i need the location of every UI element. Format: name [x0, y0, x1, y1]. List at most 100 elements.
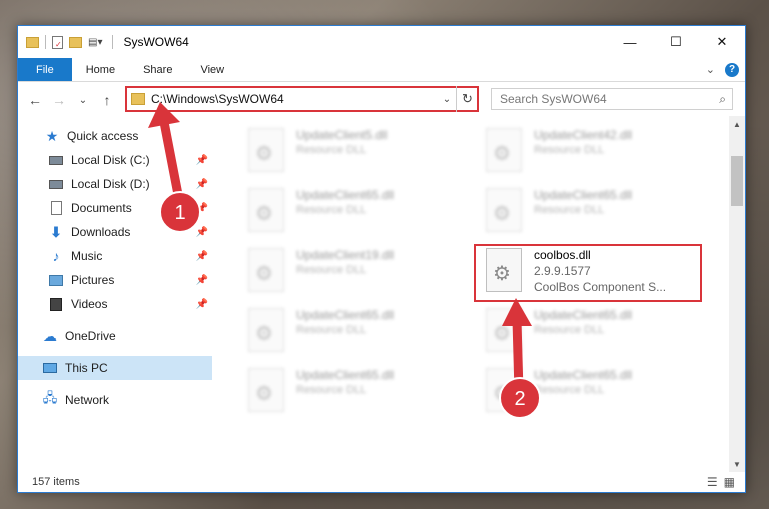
file-explorer-window: ✓ ▤▾ SysWOW64 — ☐ ✕ File Home Share View…	[17, 25, 746, 493]
expand-ribbon-icon[interactable]: ⌄	[706, 63, 715, 76]
navigation-pane: ★ Quick access Local Disk (C:) 📌 Local D…	[18, 122, 212, 472]
title-divider	[112, 35, 114, 49]
sidebar-item-label: Downloads	[71, 225, 131, 239]
large-icons-view-icon[interactable]: ▦	[724, 475, 735, 489]
file-item[interactable]: ⚙ UpdateClient5.dll Resource DLL	[238, 124, 464, 180]
scroll-up-icon[interactable]: ▲	[729, 116, 745, 132]
search-input[interactable]: Search SysWOW64 ⌕	[491, 88, 733, 110]
file-item[interactable]: ⚙ UpdateClient42.dll Resource DLL	[476, 124, 702, 180]
properties-icon[interactable]: ✓	[52, 35, 63, 49]
dll-file-icon: ⚙	[486, 368, 522, 412]
gear-icon: ⚙	[255, 323, 273, 345]
file-name: UpdateClient65.dll	[296, 308, 395, 322]
toolbar-divider	[45, 35, 46, 49]
file-description: Resource DLL	[534, 384, 605, 396]
file-name: UpdateClient42.dll	[534, 128, 633, 142]
file-item[interactable]: ⚙ UpdateClient65.dll Resource DLL	[476, 184, 702, 240]
window-title: SysWOW64	[123, 35, 189, 49]
close-button[interactable]: ✕	[699, 26, 745, 58]
sidebar-item-documents[interactable]: Documents 📌	[18, 196, 212, 220]
sidebar-item-local-disk-c[interactable]: Local Disk (C:) 📌	[18, 148, 212, 172]
sidebar-item-label: Documents	[71, 201, 132, 215]
sidebar-item-label: Videos	[71, 297, 108, 311]
tab-home[interactable]: Home	[72, 58, 129, 81]
search-icon[interactable]: ⌕	[719, 92, 726, 107]
sidebar-item-label: Local Disk (D:)	[71, 177, 150, 191]
picture-icon	[48, 272, 64, 288]
sidebar-item-pictures[interactable]: Pictures 📌	[18, 268, 212, 292]
pin-icon[interactable]: 📌	[196, 275, 208, 286]
quick-access-toolbar: ✓ ▤▾	[26, 35, 102, 49]
pin-icon[interactable]: 📌	[196, 203, 208, 214]
pin-icon[interactable]: 📌	[196, 179, 208, 190]
file-item[interactable]: ⚙ UpdateClient19.dll Resource DLL	[238, 244, 464, 300]
gear-icon: ⚙	[493, 323, 511, 345]
file-name: UpdateClient5.dll	[296, 128, 388, 142]
sidebar-item-videos[interactable]: Videos 📌	[18, 292, 212, 316]
gear-icon: ⚙	[493, 203, 511, 225]
gear-icon: ⚙	[255, 203, 273, 225]
pin-icon[interactable]: 📌	[196, 251, 208, 262]
sidebar-item-label: Music	[71, 249, 103, 263]
tab-share[interactable]: Share	[129, 58, 186, 81]
gear-icon: ⚙	[255, 263, 273, 285]
up-button[interactable]: ↑	[100, 92, 114, 108]
file-name: UpdateClient65.dll	[296, 188, 395, 202]
back-button[interactable]: ←	[28, 92, 42, 108]
pin-icon[interactable]: 📌	[196, 227, 208, 238]
file-item[interactable]: ⚙ UpdateClient65.dll Resource DLL	[476, 304, 702, 360]
file-name: UpdateClient19.dll	[296, 248, 395, 262]
dll-file-icon: ⚙	[248, 308, 284, 352]
file-description: Resource DLL	[534, 204, 605, 216]
sidebar-item-label: Quick access	[67, 129, 139, 143]
sidebar-item-network[interactable]: 🖧 Network	[18, 388, 212, 412]
sidebar-item-music[interactable]: ♪ Music 📌	[18, 244, 212, 268]
file-item[interactable]: ⚙ UpdateClient65.dll Resource DLL	[476, 364, 702, 420]
file-description: Resource DLL	[296, 324, 367, 336]
recent-locations-button[interactable]: ⌄	[76, 95, 90, 106]
help-icon[interactable]: ?	[725, 62, 739, 77]
video-icon	[48, 296, 64, 312]
sidebar-item-local-disk-d[interactable]: Local Disk (D:) 📌	[18, 172, 212, 196]
view-switcher: ☰ ▦	[707, 475, 745, 489]
sidebar-item-quick-access[interactable]: ★ Quick access	[18, 124, 212, 148]
window-controls: — ☐ ✕	[607, 26, 745, 58]
refresh-button[interactable]: ↻	[456, 86, 478, 112]
address-path[interactable]: C:\Windows\SysWOW64	[151, 92, 284, 106]
file-description: Resource DLL	[296, 144, 367, 156]
tab-view[interactable]: View	[186, 58, 238, 81]
vertical-scrollbar[interactable]: ▲ ▼	[729, 116, 745, 472]
sidebar-item-label: Pictures	[71, 273, 115, 287]
scroll-thumb[interactable]	[731, 156, 743, 206]
forward-button[interactable]: →	[52, 92, 66, 108]
document-icon	[48, 200, 64, 216]
address-bar[interactable]: C:\Windows\SysWOW64 ⌄	[125, 86, 479, 112]
file-item[interactable]: ⚙ UpdateClient65.dll Resource DLL	[238, 184, 464, 240]
tab-file[interactable]: File	[18, 58, 72, 81]
gear-icon: ⚙	[493, 143, 511, 165]
new-folder-icon[interactable]	[69, 36, 82, 48]
pin-icon[interactable]: 📌	[196, 155, 208, 166]
sidebar-item-onedrive[interactable]: ☁ OneDrive	[18, 324, 212, 348]
pc-icon	[42, 360, 58, 376]
title-bar: ✓ ▤▾ SysWOW64 — ☐ ✕	[18, 26, 745, 58]
address-dropdown-icon[interactable]: ⌄	[439, 94, 455, 105]
dll-file-icon: ⚙	[486, 188, 522, 232]
sidebar-item-label: This PC	[65, 361, 108, 375]
sidebar-item-downloads[interactable]: ⬇ Downloads 📌	[18, 220, 212, 244]
gear-icon: ⚙	[255, 143, 273, 165]
coolbos-highlight-box	[474, 244, 702, 302]
file-description: Resource DLL	[534, 144, 605, 156]
dll-file-icon: ⚙	[486, 308, 522, 352]
drive-icon	[48, 152, 64, 168]
pin-icon[interactable]: 📌	[196, 299, 208, 310]
customize-toolbar-icon[interactable]: ▤▾	[88, 37, 102, 48]
file-item[interactable]: ⚙ UpdateClient65.dll Resource DLL	[238, 304, 464, 360]
sidebar-item-this-pc[interactable]: This PC	[18, 356, 212, 380]
minimize-button[interactable]: —	[607, 26, 653, 58]
maximize-button[interactable]: ☐	[653, 26, 699, 58]
details-view-icon[interactable]: ☰	[707, 475, 718, 489]
file-item[interactable]: ⚙ UpdateClient65.dll Resource DLL	[238, 364, 464, 420]
drive-icon	[48, 176, 64, 192]
scroll-down-icon[interactable]: ▼	[729, 456, 745, 472]
